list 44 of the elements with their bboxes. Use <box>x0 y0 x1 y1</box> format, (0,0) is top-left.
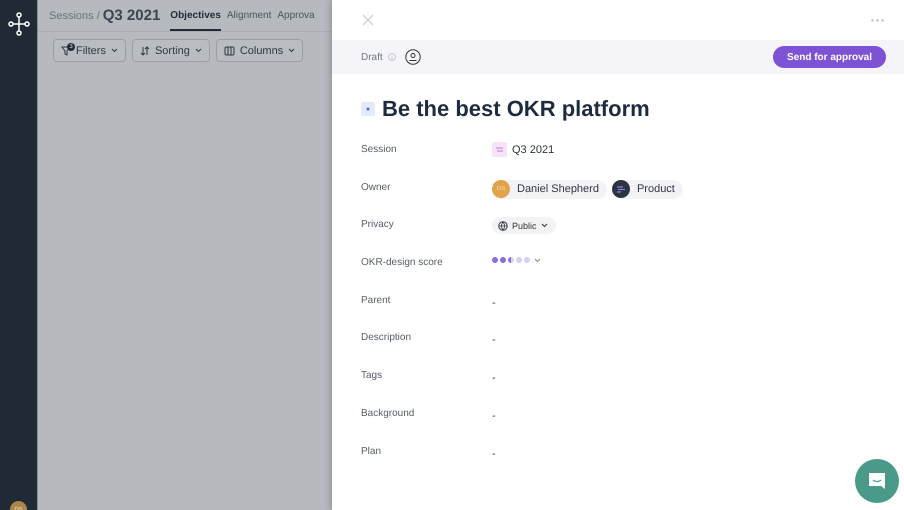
field-label: Plan <box>361 444 382 456</box>
status-label: Draft <box>361 52 383 62</box>
field-label: Tags <box>361 369 384 382</box>
globe-icon <box>498 220 508 231</box>
objective-icon <box>361 102 375 116</box>
chevron-icon <box>534 258 541 263</box>
field-label: OKR-design score <box>361 256 444 268</box>
sort-button[interactable]: Sorting <box>132 39 210 62</box>
page-title: Q3 2021 <box>102 7 160 26</box>
field-label: Owner <box>361 180 392 193</box>
field-value: - <box>492 371 496 384</box>
chevron-icon <box>194 48 202 53</box>
field-value: - <box>492 408 496 422</box>
person-icon[interactable] <box>404 49 421 65</box>
field-label: Background <box>361 406 416 419</box>
columns-icon <box>224 46 235 56</box>
privacy-dropdown[interactable]: Public <box>492 217 556 234</box>
logo-icon[interactable] <box>8 12 30 36</box>
columns-button[interactable]: Columns <box>216 39 304 62</box>
more-icon[interactable] <box>871 18 884 22</box>
session-icon <box>492 142 507 157</box>
field-value: - <box>492 333 496 346</box>
field-label: Privacy <box>361 218 395 230</box>
sort-icon <box>140 46 150 56</box>
close-icon[interactable] <box>362 14 374 26</box>
field-value: Q3 2021 <box>512 143 554 156</box>
owner-chip[interactable]: Product <box>612 180 683 199</box>
chat-launcher-button[interactable] <box>855 459 899 503</box>
score-meter[interactable] <box>492 257 530 264</box>
field-label: Description <box>361 331 412 344</box>
chevron-icon <box>288 48 296 53</box>
send-for-approval-button[interactable]: Send for approval <box>772 46 886 68</box>
objective-title: Be the best OKR platform <box>382 96 650 122</box>
chat-icon <box>867 471 887 491</box>
tab[interactable]: Objectives <box>170 10 221 31</box>
field-value: - <box>492 446 496 460</box>
tab[interactable]: Alignment <box>226 10 272 31</box>
chevron-icon <box>540 223 548 228</box>
field-label: Parent <box>361 294 392 306</box>
chevron-icon <box>110 48 118 53</box>
field-label: Session <box>361 143 398 155</box>
tab[interactable]: Approva <box>277 10 315 31</box>
filter-icon <box>61 46 71 56</box>
field-value: - <box>492 296 496 309</box>
